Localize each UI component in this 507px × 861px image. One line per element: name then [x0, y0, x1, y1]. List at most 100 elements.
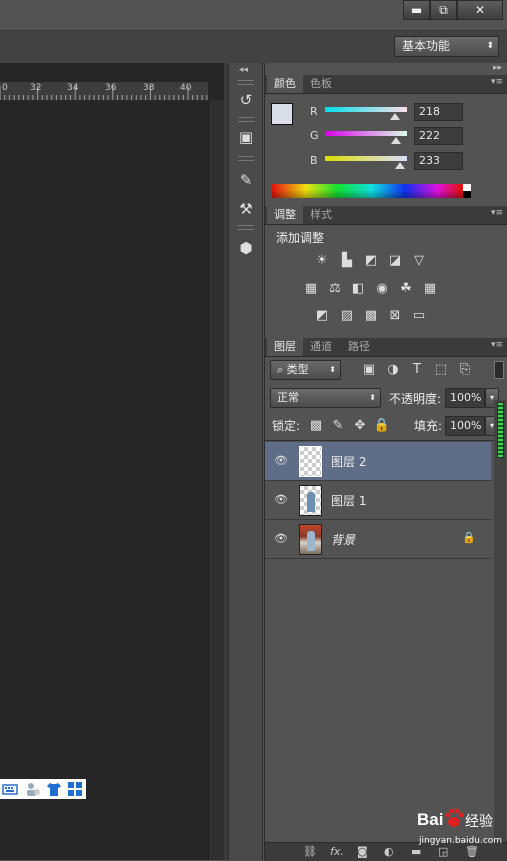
collapse-icon[interactable]: ◂◂ — [239, 65, 248, 75]
scroll-thumb[interactable] — [497, 402, 504, 458]
blue-value-field[interactable]: 233 — [414, 152, 463, 170]
filter-shape-icon[interactable]: ⬚ — [432, 362, 450, 378]
hue-saturation-icon[interactable]: ▦ — [302, 281, 320, 297]
restore-button[interactable]: ⧉ — [430, 0, 457, 20]
mask-icon[interactable]: ◙ — [357, 845, 368, 858]
opacity-field[interactable]: 100% — [445, 388, 485, 408]
blue-slider[interactable] — [325, 156, 407, 161]
tab-layers[interactable]: 图层 — [267, 338, 303, 356]
red-slider[interactable] — [325, 107, 407, 112]
vibrance-icon[interactable]: ▽ — [410, 253, 428, 269]
gradient-map-icon[interactable]: ▭ — [410, 308, 428, 324]
tab-paths[interactable]: 路径 — [341, 338, 377, 356]
3d-cube-icon[interactable]: ⬢ — [234, 236, 258, 260]
grip-icon[interactable] — [238, 225, 254, 230]
baidu-jingyan-watermark: Bai 经验 jingyan.baidu.com — [414, 803, 506, 853]
red-value-field[interactable]: 218 — [414, 103, 463, 121]
tab-channels[interactable]: 通道 — [303, 338, 339, 356]
3d-layers-icon[interactable]: ▣ — [234, 125, 258, 149]
ime-toolbar — [0, 779, 86, 799]
tab-color[interactable]: 颜色 — [267, 75, 303, 93]
ruler-tick-label: 40 — [180, 83, 192, 93]
close-button[interactable]: ✕ — [457, 0, 503, 20]
lock-transparency-icon[interactable]: ▩ — [307, 418, 325, 434]
green-value-field[interactable]: 222 — [414, 127, 463, 145]
skin-shirt-icon[interactable] — [46, 781, 62, 797]
blue-slider-knob[interactable] — [394, 162, 405, 169]
filter-toggle[interactable] — [494, 361, 504, 379]
exposure-icon[interactable]: ◪ — [386, 253, 404, 269]
filter-smart-object-icon[interactable]: ⎘ — [456, 362, 474, 378]
panel-menu-icon[interactable]: ▾≡ — [491, 77, 503, 87]
tab-swatches[interactable]: 色板 — [303, 75, 339, 93]
keyboard-icon[interactable] — [2, 781, 18, 797]
user-settings-icon[interactable] — [25, 781, 41, 797]
fill-field[interactable]: 100% — [445, 416, 485, 436]
horizontal-ruler[interactable]: 0 32 34 36 38 40 — [0, 82, 208, 101]
foreground-color-swatch[interactable] — [271, 103, 293, 125]
visibility-eye-icon[interactable]: 👁 — [274, 454, 288, 468]
invert-icon[interactable]: ◩ — [313, 308, 331, 324]
blue-label: B — [310, 154, 318, 167]
minimize-button[interactable]: ▬ — [403, 0, 430, 20]
black-white-icon[interactable]: ◧ — [349, 281, 367, 297]
history-icon[interactable]: ↺ — [234, 88, 258, 112]
grip-icon[interactable] — [238, 80, 254, 85]
document-tab-strip — [0, 63, 224, 82]
layer-row[interactable]: 👁 背景 🔒 — [265, 520, 491, 559]
adjustment-layer-icon[interactable]: ◐ — [384, 845, 394, 858]
green-slider[interactable] — [325, 131, 407, 136]
black-swatch[interactable] — [463, 191, 471, 198]
posterize-icon[interactable]: ▨ — [338, 308, 356, 324]
layer-name[interactable]: 图层 2 — [331, 453, 366, 470]
link-icon[interactable]: ⛓ — [303, 845, 317, 858]
visibility-eye-icon[interactable]: 👁 — [274, 532, 288, 546]
layer-row[interactable]: 👁 图层 1 — [265, 481, 491, 520]
filter-pixel-icon[interactable]: ▣ — [360, 362, 378, 378]
selective-color-icon[interactable]: ⊠ — [386, 308, 404, 324]
brush-presets-icon[interactable]: ✎ — [234, 168, 258, 192]
red-slider-knob[interactable] — [390, 113, 401, 120]
layer-row[interactable]: 👁 图层 2 — [265, 442, 491, 481]
lock-all-icon[interactable]: 🔒 — [373, 418, 391, 434]
threshold-icon[interactable]: ▩ — [362, 308, 380, 324]
tab-adjustments[interactable]: 调整 — [267, 206, 303, 224]
canvas-area[interactable] — [0, 63, 224, 860]
fill-label: 填充: — [414, 419, 443, 433]
lock-position-icon[interactable]: ✥ — [351, 418, 369, 434]
canvas-scrollbar[interactable] — [208, 100, 225, 860]
brightness-icon[interactable]: ☀ — [313, 253, 331, 269]
visibility-eye-icon[interactable]: 👁 — [274, 493, 288, 507]
tab-styles[interactable]: 样式 — [303, 206, 339, 224]
levels-icon[interactable]: ▙ — [338, 253, 356, 269]
layer-name[interactable]: 背景 — [331, 531, 355, 548]
color-lookup-icon[interactable]: ▦ — [421, 281, 439, 297]
lock-pixels-icon[interactable]: ✎ — [329, 418, 347, 434]
filter-adjustment-icon[interactable]: ◑ — [384, 362, 402, 378]
filter-type-icon[interactable]: T — [408, 362, 426, 378]
photo-filter-icon[interactable]: ◉ — [373, 281, 391, 297]
workspace-select[interactable]: 基本功能 ⬍ — [394, 36, 499, 57]
grip-icon[interactable] — [238, 156, 254, 161]
panel-menu-icon[interactable]: ▾≡ — [491, 340, 503, 350]
layer-name[interactable]: 图层 1 — [331, 492, 366, 509]
panel-menu-icon[interactable]: ▾≡ — [491, 208, 503, 218]
figure-shape — [307, 492, 315, 512]
blend-mode-select[interactable]: 正常 ⬍ — [270, 388, 381, 408]
grid-apps-icon[interactable] — [67, 781, 83, 797]
layer-thumbnail — [299, 485, 322, 516]
grip-icon[interactable] — [238, 117, 254, 122]
white-swatch[interactable] — [463, 184, 471, 191]
expand-icon[interactable]: ▸▸ — [493, 63, 502, 73]
tool-presets-icon[interactable]: ⚒ — [234, 197, 258, 221]
green-slider-knob[interactable] — [391, 137, 402, 144]
layers-scrollbar[interactable] — [494, 400, 506, 860]
fx-icon[interactable]: fx. — [330, 845, 344, 858]
curves-icon[interactable]: ◩ — [362, 253, 380, 269]
color-spectrum-bar[interactable] — [272, 184, 471, 198]
layer-filter-select[interactable]: ⌕ 类型 ⬍ — [270, 360, 341, 380]
color-balance-icon[interactable]: ⚖ — [326, 281, 344, 297]
channel-mixer-icon[interactable]: ☘ — [397, 281, 415, 297]
layer-thumbnail — [299, 446, 322, 477]
lock-icon: 🔒 — [462, 531, 476, 544]
